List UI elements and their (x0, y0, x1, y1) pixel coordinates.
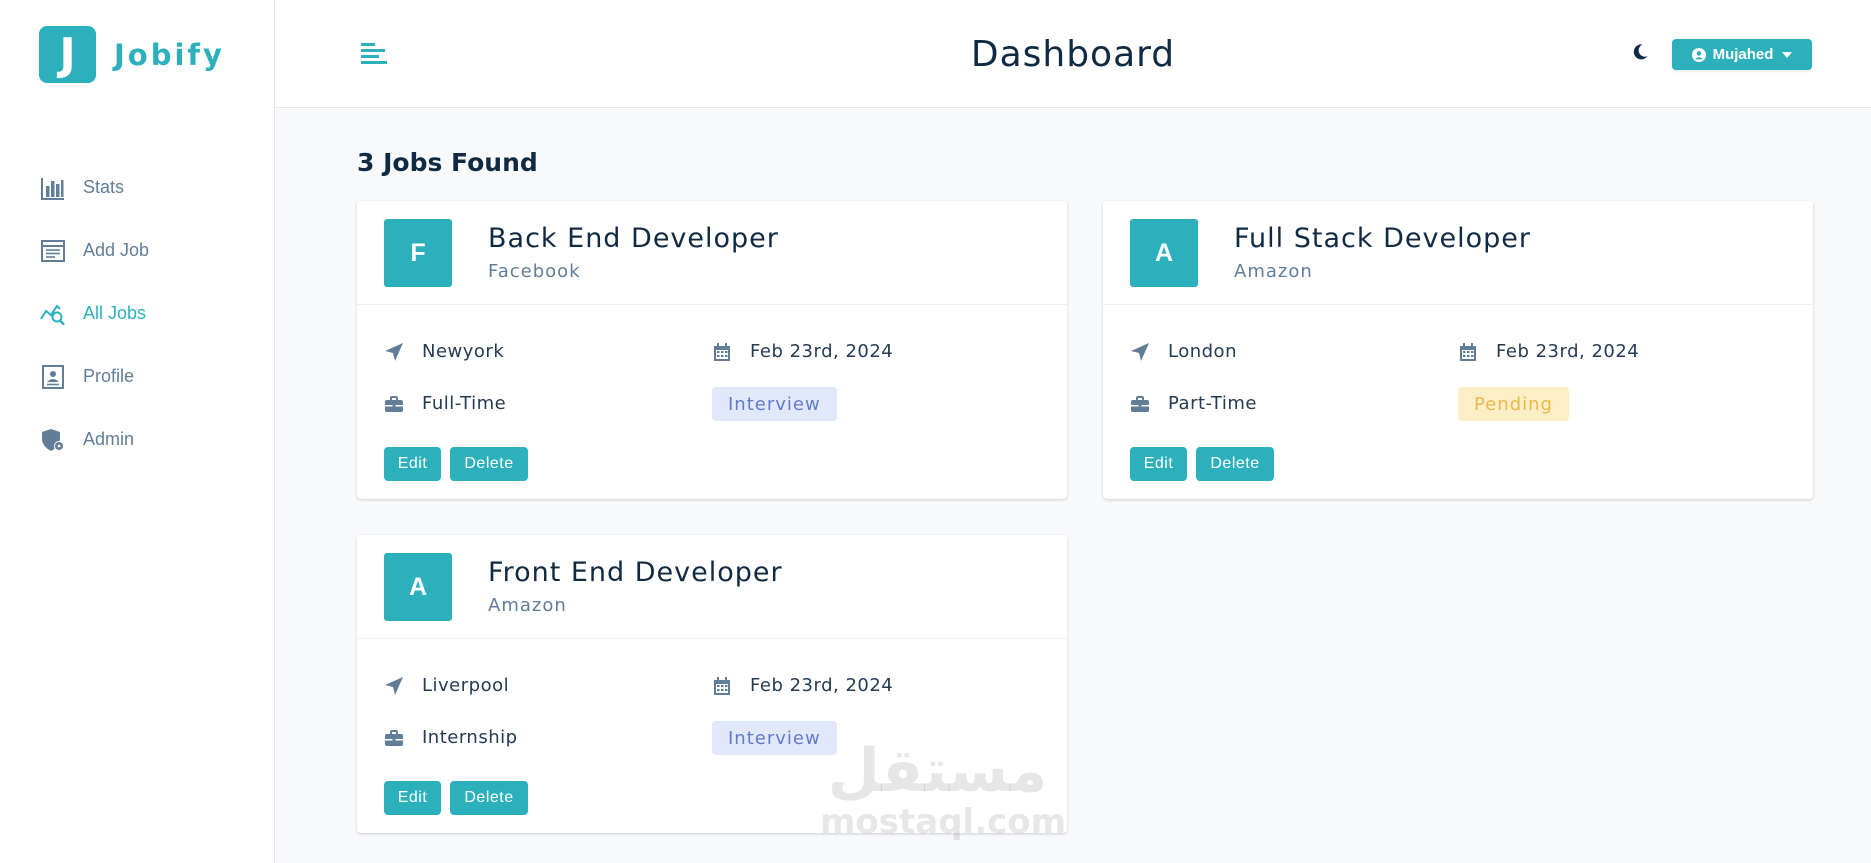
user-circle-icon (1691, 47, 1706, 62)
location-arrow-icon (384, 676, 404, 696)
watermark: مستقل mostaql.com (820, 736, 1066, 842)
sidebar-item-profile[interactable]: Profile (39, 345, 149, 408)
stats-chart-icon (39, 174, 67, 202)
job-date: Feb 23rd, 2024 (712, 675, 893, 696)
job-type: Part-Time (1130, 393, 1257, 414)
job-card-header: A Full Stack Developer Amazon (1103, 201, 1813, 305)
watermark-latin: mostaql.com (820, 802, 1067, 842)
job-location: London (1130, 341, 1237, 362)
profile-card-icon (39, 363, 67, 391)
main-content: 3 Jobs Found F Back End Developer Facebo… (276, 109, 1871, 863)
admin-shield-icon (39, 426, 67, 454)
status-badge: Interview (712, 721, 837, 755)
sidebar-item-admin[interactable]: Admin (39, 408, 149, 471)
add-job-form-icon (39, 237, 67, 265)
sidebar-item-all-jobs[interactable]: All Jobs (39, 282, 149, 345)
edit-button[interactable]: Edit (384, 781, 441, 815)
job-type: Full-Time (384, 393, 506, 414)
briefcase-icon (384, 394, 404, 414)
location-arrow-icon (1130, 342, 1150, 362)
moon-icon[interactable] (1630, 42, 1654, 66)
briefcase-icon (384, 728, 404, 748)
logo-text: Jobify (114, 37, 225, 72)
sidebar-item-label: Admin (83, 429, 135, 449)
company-avatar: A (384, 553, 452, 621)
job-card: F Back End Developer Facebook Newyork Fe… (357, 201, 1067, 499)
calendar-icon (1458, 342, 1478, 362)
job-date-text: Feb 23rd, 2024 (750, 341, 894, 362)
watermark-arabic: مستقل (827, 736, 1048, 806)
location-arrow-icon (384, 342, 404, 362)
job-company: Amazon (1234, 261, 1313, 282)
job-type-text: Part-Time (1168, 393, 1257, 414)
job-company: Facebook (488, 261, 581, 282)
job-location-text: Newyork (422, 341, 505, 362)
all-jobs-search-icon (39, 300, 67, 328)
briefcase-icon (1130, 394, 1150, 414)
job-title: Front End Developer (488, 557, 783, 588)
sidebar-item-label: Add Job (83, 240, 150, 260)
job-card: A Full Stack Developer Amazon London Feb… (1103, 201, 1813, 499)
sidebar-item-label: Profile (83, 366, 135, 386)
sidebar-nav: Stats Add Job All Jobs Profile Admin (39, 156, 149, 471)
status-badge: Interview (712, 387, 837, 421)
sidebar: J Jobify Stats Add Job All Jobs Profile (0, 0, 275, 863)
delete-button[interactable]: Delete (450, 781, 528, 815)
logo-mark: J (39, 26, 96, 83)
jobs-count-heading: 3 Jobs Found (357, 148, 538, 177)
job-type-text: Full-Time (422, 393, 507, 414)
company-avatar: A (1130, 219, 1198, 287)
job-title: Full Stack Developer (1234, 223, 1531, 254)
calendar-icon (712, 342, 732, 362)
sidebar-item-add-job[interactable]: Add Job (39, 219, 149, 282)
job-date: Feb 23rd, 2024 (712, 341, 893, 362)
job-type: Internship (384, 727, 518, 748)
company-avatar: F (384, 219, 452, 287)
job-location-text: Liverpool (422, 675, 510, 696)
user-menu-button[interactable]: Mujahed (1672, 39, 1812, 70)
job-date: Feb 23rd, 2024 (1458, 341, 1639, 362)
job-title: Back End Developer (488, 223, 779, 254)
job-type-text: Internship (422, 727, 518, 748)
job-location-text: London (1168, 341, 1237, 362)
sidebar-item-label: Stats (83, 177, 125, 197)
sidebar-item-stats[interactable]: Stats (39, 156, 149, 219)
job-date-text: Feb 23rd, 2024 (750, 675, 894, 696)
status-badge: Pending (1458, 387, 1569, 421)
sidebar-item-label: All Jobs (83, 303, 147, 323)
topbar: Dashboard Mujahed (275, 0, 1871, 108)
job-card-header: F Back End Developer Facebook (357, 201, 1067, 305)
job-location: Liverpool (384, 675, 509, 696)
caret-down-icon (1782, 51, 1793, 58)
job-company: Amazon (488, 595, 567, 616)
user-name: Mujahed (1712, 46, 1774, 63)
calendar-icon (712, 676, 732, 696)
delete-button[interactable]: Delete (450, 447, 528, 481)
job-location: Newyork (384, 341, 504, 362)
job-date-text: Feb 23rd, 2024 (1496, 341, 1640, 362)
delete-button[interactable]: Delete (1196, 447, 1274, 481)
logo[interactable]: J Jobify (39, 26, 225, 83)
edit-button[interactable]: Edit (384, 447, 441, 481)
edit-button[interactable]: Edit (1130, 447, 1187, 481)
job-card-header: A Front End Developer Amazon (357, 535, 1067, 639)
